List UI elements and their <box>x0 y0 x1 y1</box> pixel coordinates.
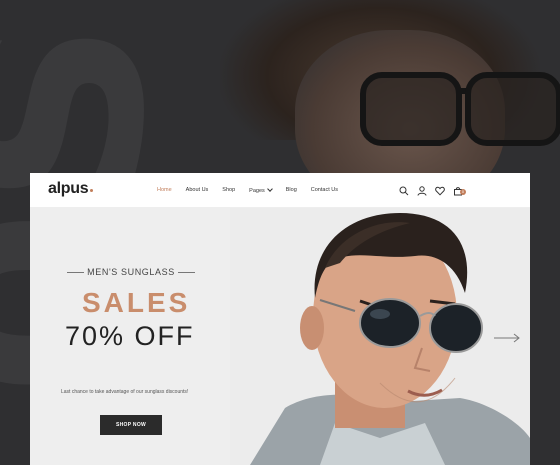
arrow-right-icon[interactable] <box>493 333 521 343</box>
logo-dot <box>90 189 94 192</box>
hero-subtitle: MEN'S SUNGLASS <box>87 267 175 277</box>
site-logo[interactable]: alpus <box>48 180 94 198</box>
nav-item-pages-label: Pages <box>249 187 265 194</box>
nav-item-about-us[interactable]: About Us <box>186 187 209 193</box>
nav-item-home[interactable]: Home <box>157 187 172 193</box>
nav-item-contact-us[interactable]: Contact Us <box>311 187 338 193</box>
shop-now-button[interactable]: SHOP NOW <box>100 415 162 435</box>
cart-icon[interactable]: 0 <box>453 183 466 196</box>
hero-banner: MEN'S SUNGLASS SALES 70% OFF Last chance… <box>30 208 530 465</box>
nav-item-blog[interactable]: Blog <box>286 187 297 193</box>
cart-count-badge: 0 <box>460 189 466 195</box>
hero-headline: SALES <box>82 287 191 318</box>
header-icons: 0 <box>399 183 466 196</box>
nav-item-shop[interactable]: Shop <box>222 187 235 193</box>
hero-tagline: Last chance to take advantage of our sun… <box>61 389 189 395</box>
header-navbar: alpus Home About Us Shop Pages Blog Cont… <box>30 173 530 208</box>
divider-line-right <box>177 271 195 273</box>
website-preview: alpus Home About Us Shop Pages Blog Cont… <box>30 173 530 465</box>
hero-model-photo <box>230 208 530 465</box>
hero-subtitle-row: MEN'S SUNGLASS <box>67 267 195 277</box>
main-menu: Home About Us Shop Pages Blog Contact Us <box>157 173 352 207</box>
divider-line-left <box>67 271 84 273</box>
heart-icon[interactable] <box>435 183 445 196</box>
chevron-down-icon <box>266 185 273 192</box>
search-icon[interactable] <box>399 183 409 196</box>
user-icon[interactable] <box>417 183 427 196</box>
background-portrait <box>200 0 560 180</box>
logo-text: alpus <box>48 180 89 197</box>
nav-item-pages[interactable]: Pages <box>249 185 273 194</box>
hero-offer: 70% OFF <box>65 321 195 351</box>
